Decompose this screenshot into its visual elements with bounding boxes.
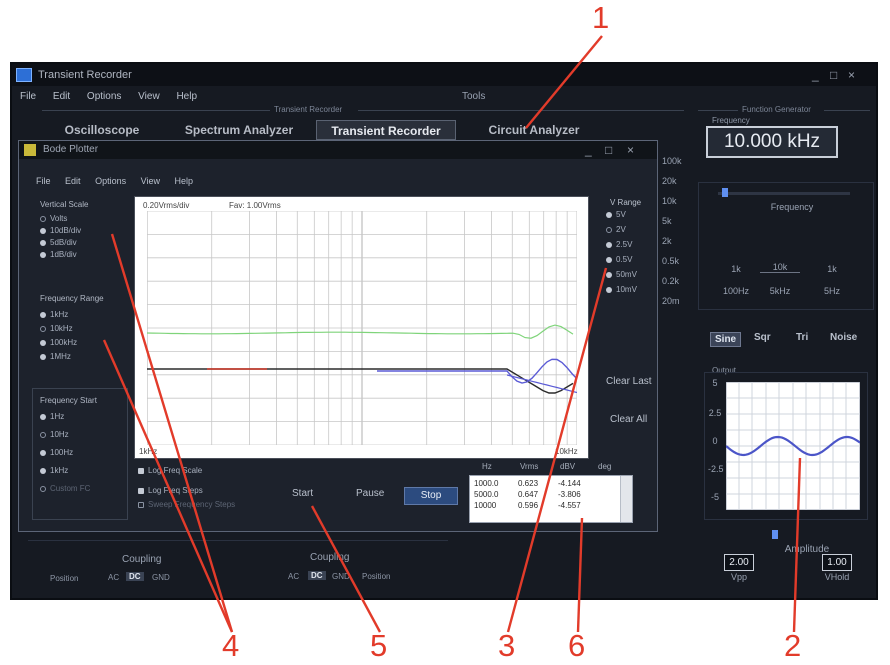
pointer-4b xyxy=(102,339,234,633)
annotation-number-4: 4 xyxy=(222,628,240,663)
annotation-number-1: 1 xyxy=(592,0,610,35)
annotation-number-5: 5 xyxy=(370,628,388,663)
pointer-2 xyxy=(792,457,802,633)
pointer-1 xyxy=(525,35,603,129)
annotation-number-6: 6 xyxy=(568,628,586,663)
pointer-3 xyxy=(506,267,608,633)
pointer-4a xyxy=(110,233,234,633)
annotation-number-3: 3 xyxy=(498,628,516,663)
annotation-overlay xyxy=(102,35,802,633)
annotation-number-2: 2 xyxy=(784,628,802,663)
pointer-5 xyxy=(310,505,382,633)
annotation-pointers xyxy=(102,35,802,633)
pointer-6 xyxy=(576,517,584,633)
